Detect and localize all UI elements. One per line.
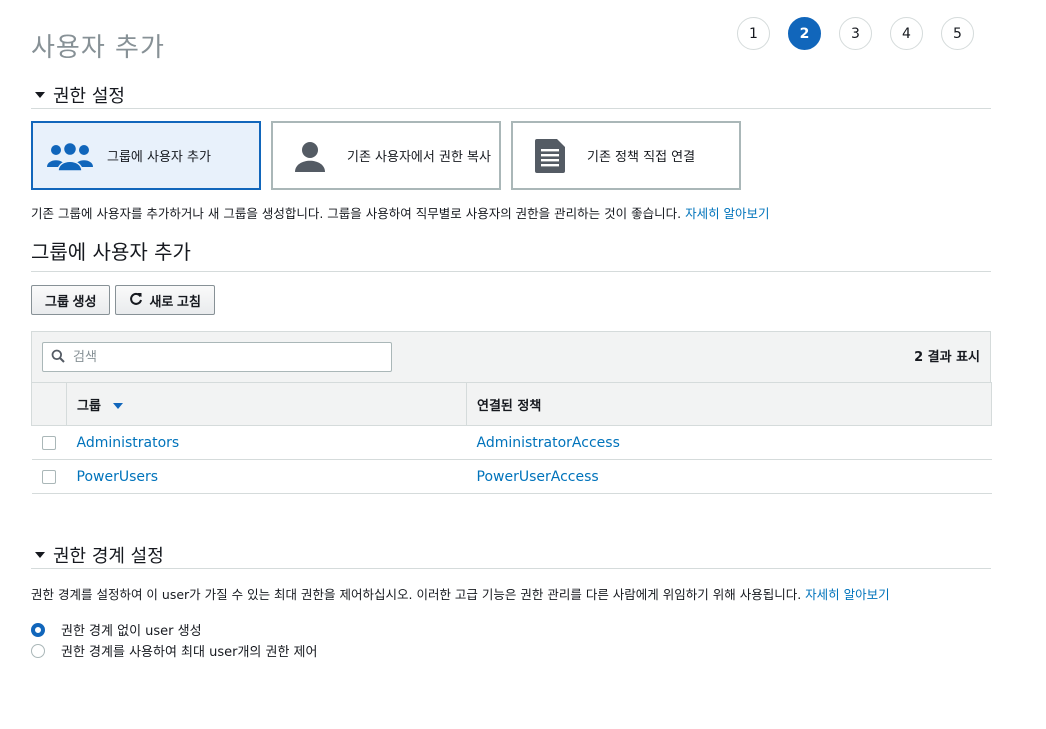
- search-box[interactable]: [42, 342, 392, 372]
- permissions-section-header[interactable]: 권한 설정: [31, 82, 991, 109]
- row-checkbox-cell: [31, 425, 67, 460]
- boundary-description: 권한 경계를 설정하여 이 user가 가질 수 있는 최대 권한을 제어하십시…: [31, 584, 890, 603]
- table-toolbar: 2 결과 표시: [31, 331, 991, 382]
- search-icon: [51, 348, 65, 367]
- option-add-to-group[interactable]: 그룹에 사용자 추가: [31, 121, 261, 190]
- option-attach-policies-label: 기존 정책 직접 연결: [587, 150, 696, 165]
- radio-no-boundary[interactable]: [31, 622, 45, 637]
- permissions-description: 기존 그룹에 사용자를 추가하거나 새 그룹을 생성합니다. 그룹을 사용하여 …: [31, 203, 770, 222]
- create-group-button[interactable]: 그룹 생성: [31, 285, 111, 315]
- option-attach-policies[interactable]: 기존 정책 직접 연결: [511, 121, 741, 190]
- radio-use-boundary-label: 권한 경계를 사용하여 최대 user개의 권한 제어: [61, 645, 318, 660]
- table-row: Administrators AdministratorAccess: [31, 425, 992, 460]
- step-4[interactable]: 4: [890, 17, 923, 50]
- row-checkbox[interactable]: [41, 435, 56, 450]
- boundary-learn-more-link[interactable]: 자세히 알아보기: [805, 587, 889, 602]
- option-copy-permissions[interactable]: 기존 사용자에서 권한 복사: [271, 121, 501, 190]
- header-checkbox-cell: [31, 382, 67, 426]
- policy-link[interactable]: PowerUserAccess: [477, 469, 599, 485]
- step-2[interactable]: 2: [788, 17, 821, 50]
- group-link[interactable]: PowerUsers: [77, 469, 159, 485]
- document-icon: [527, 136, 573, 176]
- radio-option-no-boundary[interactable]: 권한 경계 없이 user 생성: [31, 619, 317, 640]
- option-copy-permissions-label: 기존 사용자에서 권한 복사: [347, 150, 491, 165]
- option-add-to-group-label: 그룹에 사용자 추가: [107, 150, 211, 165]
- users-group-icon: [47, 136, 93, 176]
- group-link[interactable]: Administrators: [77, 435, 180, 451]
- step-1[interactable]: 1: [737, 17, 770, 50]
- step-5[interactable]: 5: [941, 17, 974, 50]
- step-3[interactable]: 3: [839, 17, 872, 50]
- permissions-description-text: 기존 그룹에 사용자를 추가하거나 새 그룹을 생성합니다. 그룹을 사용하여 …: [31, 206, 682, 221]
- header-group-label: 그룹: [77, 398, 101, 414]
- permission-options: 그룹에 사용자 추가 기존 사용자에서 권한 복사 기존 정책 직접 연결: [31, 121, 741, 190]
- groups-table: 2 결과 표시 그룹 연결된 정책 Administra: [31, 331, 992, 494]
- table-header-row: 그룹 연결된 정책: [31, 382, 992, 426]
- caret-down-icon: [35, 92, 45, 98]
- boundary-radio-group: 권한 경계 없이 user 생성 권한 경계를 사용하여 최대 user개의 권…: [31, 619, 317, 661]
- boundary-section-title: 권한 경계 설정: [53, 546, 164, 567]
- radio-no-boundary-label: 권한 경계 없이 user 생성: [61, 624, 202, 639]
- header-policy-label: 연결된 정책: [477, 398, 542, 414]
- refresh-icon: [129, 292, 143, 309]
- permissions-section-title: 권한 설정: [53, 86, 125, 107]
- refresh-button[interactable]: 새로 고침: [115, 285, 215, 315]
- row-checkbox-cell: [31, 459, 67, 494]
- header-policy[interactable]: 연결된 정책: [466, 382, 992, 426]
- groups-actions: 그룹 생성 새로 고침: [31, 285, 215, 315]
- row-checkbox[interactable]: [41, 469, 56, 484]
- table-row: PowerUsers PowerUserAccess: [31, 459, 992, 494]
- header-group[interactable]: 그룹: [66, 382, 467, 426]
- result-count: 2 결과 표시: [914, 350, 980, 365]
- create-group-label: 그룹 생성: [45, 293, 97, 309]
- user-icon: [287, 136, 333, 176]
- wizard-steps: 1 2 3 4 5: [737, 17, 974, 50]
- boundary-description-text: 권한 경계를 설정하여 이 user가 가질 수 있는 최대 권한을 제어하십시…: [31, 587, 802, 602]
- radio-use-boundary[interactable]: [31, 643, 45, 658]
- caret-down-icon: [35, 552, 45, 558]
- permissions-learn-more-link[interactable]: 자세히 알아보기: [685, 206, 769, 221]
- sort-desc-icon: [113, 403, 124, 409]
- radio-option-use-boundary[interactable]: 권한 경계를 사용하여 최대 user개의 권한 제어: [31, 640, 317, 661]
- boundary-section-header[interactable]: 권한 경계 설정: [31, 542, 991, 569]
- refresh-label: 새로 고침: [149, 293, 201, 309]
- search-input[interactable]: [71, 348, 391, 366]
- groups-title: 그룹에 사용자 추가: [31, 236, 991, 272]
- page-title: 사용자 추가: [31, 33, 165, 64]
- policy-link[interactable]: AdministratorAccess: [477, 435, 620, 451]
